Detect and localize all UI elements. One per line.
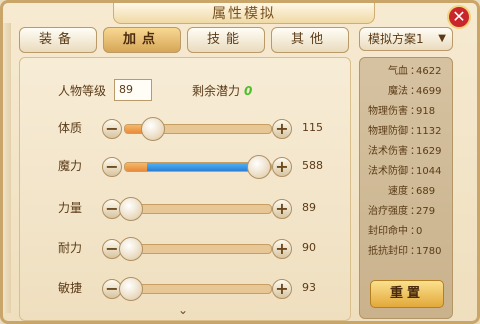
stat-row: 法术防御： 1044 [360,162,454,182]
stat-row: 速度： 689 [360,182,454,202]
potential-label: 剩余潜力 [192,84,241,98]
potential-value: 0 [244,84,253,98]
plus-icon[interactable]: + [272,199,292,219]
stat-name: 魔法 [388,86,408,97]
stat-value: 1132 [416,126,442,137]
tab-equipment[interactable]: 装备 [19,27,97,53]
stat-value: 1629 [416,146,442,157]
stat-value: 4622 [416,66,442,77]
stat-name: 治疗强度 [368,206,408,217]
stat-row: 气血： 4622 [360,62,454,82]
attribute-label: 敏捷 [58,281,83,295]
stats-sidebar: 模拟方案1 ▼ 气血： 4622 魔法： 4699 物理伤害： 918 物理防御： 11… [359,27,459,319]
tab-bar: 装备 加点 技能 其他 [19,27,349,53]
left-edge-decoration [3,23,11,313]
stat-name: 物理防御 [368,126,408,137]
minus-icon[interactable]: − [102,119,122,139]
plan-dropdown[interactable]: 模拟方案1 ▼ [359,27,453,51]
plus-icon[interactable]: + [272,239,292,259]
stat-name: 法术防御 [368,166,408,177]
stat-name: 速度 [388,186,408,197]
tab-skills[interactable]: 技能 [187,27,265,53]
slider-added-fill [146,163,254,171]
points-panel: 人物等级 89 剩余潜力 0 体质 − + 115 魔力 − + 588 力量 … [19,57,351,321]
stat-value: 1044 [416,166,442,177]
tab-add-points[interactable]: 加点 [103,27,181,53]
attribute-label: 体质 [58,121,83,135]
plus-icon[interactable]: + [272,279,292,299]
stat-value: 4699 [416,86,442,97]
attribute-row-constitution: 体质 − + 115 [20,116,350,141]
reset-button[interactable]: 重置 [370,280,444,308]
stats-panel: 气血： 4622 魔法： 4699 物理伤害： 918 物理防御： 1132 法术伤害：… [359,57,453,319]
attribute-slider-track[interactable] [124,204,272,214]
slider-thumb[interactable] [119,277,143,301]
plan-label: 模拟方案1 [368,32,424,46]
stat-value: 1780 [416,246,442,257]
stat-value: 918 [416,106,436,117]
window-title: 属性模拟 [212,6,276,22]
level-label: 人物等级 [58,84,107,98]
chevron-down-icon: ▼ [438,33,446,44]
level-input[interactable]: 89 [114,79,152,101]
title-bar: 属性模拟 [113,3,375,24]
stat-value: 279 [416,206,436,217]
stat-row: 治疗强度： 279 [360,202,454,222]
attribute-label: 力量 [58,201,83,215]
stat-row: 封印命中： 0 [360,222,454,242]
attribute-value: 115 [302,121,323,134]
stat-row: 物理防御： 1132 [360,122,454,142]
slider-thumb[interactable] [119,197,143,221]
close-icon[interactable]: ✕ [447,5,471,29]
minus-icon[interactable]: − [102,157,122,177]
attribute-row-magic: 魔力 − + 588 [20,154,350,179]
attribute-simulator-window: 属性模拟 ✕ 装备 加点 技能 其他 人物等级 89 剩余潜力 0 体质 − +… [0,0,480,324]
stat-row: 魔法： 4699 [360,82,454,102]
stat-row: 抵抗封印： 1780 [360,242,454,262]
attribute-value: 93 [302,281,316,294]
stat-row: 法术伤害： 1629 [360,142,454,162]
stat-name: 气血 [388,66,408,77]
stat-name: 抵抗封印 [368,246,408,257]
slider-thumb[interactable] [119,237,143,261]
plus-icon[interactable]: + [272,157,292,177]
tab-other[interactable]: 其他 [271,27,349,53]
stat-name: 法术伤害 [368,146,408,157]
attribute-label: 魔力 [58,159,83,173]
attribute-row-strength: 力量 − + 89 [20,196,350,221]
stat-row: 物理伤害： 918 [360,102,454,122]
slider-thumb[interactable] [140,117,165,141]
attribute-value: 90 [302,241,316,254]
attribute-value: 588 [302,159,323,172]
stat-name: 物理伤害 [368,106,408,117]
attribute-row-agility: 敏捷 − + 93 [20,276,350,301]
attribute-row-endurance: 耐力 − + 90 [20,236,350,261]
attribute-value: 89 [302,201,316,214]
slider-thumb[interactable] [247,155,272,179]
stat-value: 0 [416,226,423,237]
stat-name: 封印命中 [368,226,408,237]
attribute-label: 耐力 [58,241,83,255]
stat-value: 689 [416,186,436,197]
plus-icon[interactable]: + [272,119,292,139]
attribute-slider-track[interactable] [124,284,272,294]
chevron-down-icon[interactable]: ⌄ [176,304,190,316]
attribute-slider-track[interactable] [124,244,272,254]
slider-base-fill [125,163,147,171]
